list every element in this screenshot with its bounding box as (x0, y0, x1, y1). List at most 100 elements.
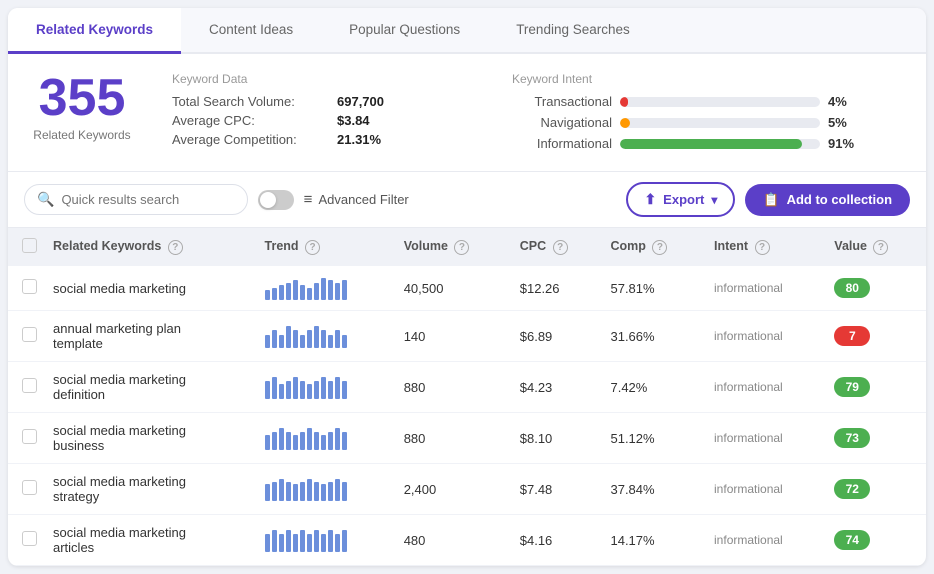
trend-bar-4-9 (328, 482, 333, 501)
th-volume: Volume ? (396, 228, 512, 266)
row-keyword-0: social media marketing (45, 266, 257, 311)
trend-bar-3-4 (293, 435, 298, 450)
row-value-1: 7 (826, 311, 926, 362)
trend-bar-0-0 (265, 290, 270, 300)
row-volume-2: 880 (396, 362, 512, 413)
avg-cpc-value: $3.84 (337, 113, 370, 128)
row-comp-0: 57.81% (602, 266, 706, 311)
keyword-count-label: Related Keywords (32, 128, 132, 142)
trend-bar-0-10 (335, 283, 340, 300)
table-row: annual marketing plantemplate140$6.8931.… (8, 311, 926, 362)
search-box[interactable]: 🔍 (24, 184, 248, 215)
export-icon: ⬆ (644, 191, 656, 208)
row-keyword-4: social media marketingstrategy (45, 464, 257, 515)
table-row: social media marketingdefinition880$4.23… (8, 362, 926, 413)
help-icon-cpc[interactable]: ? (553, 240, 568, 255)
search-icon: 🔍 (37, 191, 54, 208)
row-checkbox-1[interactable] (22, 327, 37, 342)
trend-bar-1-6 (307, 330, 312, 348)
trend-bar-0-6 (307, 288, 312, 300)
trend-bar-2-9 (328, 381, 333, 399)
trend-bar-5-7 (314, 530, 319, 552)
trend-bar-2-4 (293, 377, 298, 399)
intent-label-2: Informational (512, 136, 612, 151)
row-checkbox-cell-4 (8, 464, 45, 515)
row-checkbox-0[interactable] (22, 279, 37, 294)
row-keyword-1: annual marketing plantemplate (45, 311, 257, 362)
row-trend-5 (257, 515, 396, 566)
trend-bar-5-9 (328, 530, 333, 552)
keyword-data-panel: Keyword Data Total Search Volume: 697,70… (172, 72, 472, 151)
export-button[interactable]: ⬆ Export ▾ (626, 182, 735, 217)
trend-bar-4-3 (286, 482, 291, 501)
trend-bar-0-1 (272, 288, 277, 300)
trend-bar-3-1 (272, 432, 277, 450)
help-icon-value[interactable]: ? (873, 240, 888, 255)
trend-bar-5-1 (272, 530, 277, 552)
trend-bar-0-4 (293, 280, 298, 300)
row-cpc-0: $12.26 (512, 266, 603, 311)
help-icon-volume[interactable]: ? (454, 240, 469, 255)
intent-bar-bg-0 (620, 97, 820, 107)
row-keyword-2: social media marketingdefinition (45, 362, 257, 413)
row-checkbox-4[interactable] (22, 480, 37, 495)
row-checkbox-cell-5 (8, 515, 45, 566)
trend-bar-3-6 (307, 428, 312, 450)
help-icon-intent[interactable]: ? (755, 240, 770, 255)
intent-pct-2: 91% (828, 136, 858, 151)
trend-bar-0-3 (286, 283, 291, 300)
trend-bar-1-7 (314, 326, 319, 348)
table-row: social media marketing40,500$12.2657.81%… (8, 266, 926, 311)
trend-bar-1-2 (279, 335, 284, 348)
intent-bar-fill-2 (620, 139, 802, 149)
tabs-bar: Related Keywords Content Ideas Popular Q… (8, 8, 926, 54)
intent-row-navigational: Navigational5% (512, 115, 902, 130)
row-volume-1: 140 (396, 311, 512, 362)
total-search-volume-label: Total Search Volume: (172, 94, 337, 109)
row-checkbox-3[interactable] (22, 429, 37, 444)
trend-bar-2-6 (307, 384, 312, 399)
advanced-filter-label: Advanced Filter (318, 192, 408, 207)
trend-bar-1-0 (265, 335, 270, 348)
row-intent-1: informational (706, 311, 826, 362)
help-icon-comp[interactable]: ? (652, 240, 667, 255)
table-header-row: Related Keywords ? Trend ? Volume ? CPC … (8, 228, 926, 266)
trend-bars-1 (265, 324, 388, 348)
th-checkbox[interactable] (8, 228, 45, 266)
select-all-checkbox[interactable] (22, 238, 37, 253)
row-comp-1: 31.66% (602, 311, 706, 362)
search-input[interactable] (61, 192, 234, 207)
value-badge-5: 74 (834, 530, 870, 550)
help-icon-trend[interactable]: ? (305, 240, 320, 255)
intent-label-0: Transactional (512, 94, 612, 109)
trend-bar-4-1 (272, 482, 277, 501)
add-to-collection-button[interactable]: 📋 Add to collection (745, 184, 910, 216)
filter-icon: ≡ (304, 191, 313, 208)
trend-bar-3-8 (321, 435, 326, 450)
trend-bar-5-2 (279, 534, 284, 552)
toggle-switch[interactable] (258, 190, 294, 210)
tab-popular-questions[interactable]: Popular Questions (321, 8, 488, 54)
trend-bar-5-4 (293, 534, 298, 552)
table-row: social media marketingstrategy2,400$7.48… (8, 464, 926, 515)
row-intent-2: informational (706, 362, 826, 413)
row-value-4: 72 (826, 464, 926, 515)
help-icon-keywords[interactable]: ? (168, 240, 183, 255)
trend-bar-0-2 (279, 285, 284, 300)
keyword-count-number: 355 (32, 72, 132, 124)
tab-content-ideas[interactable]: Content Ideas (181, 8, 321, 54)
trend-bar-1-10 (335, 330, 340, 348)
th-related-keywords: Related Keywords ? (45, 228, 257, 266)
row-checkbox-5[interactable] (22, 531, 37, 546)
tab-related-keywords[interactable]: Related Keywords (8, 8, 181, 54)
row-volume-5: 480 (396, 515, 512, 566)
intent-row-informational: Informational 91% (512, 136, 902, 151)
trend-bar-2-11 (342, 381, 347, 399)
th-trend: Trend ? (257, 228, 396, 266)
row-checkbox-2[interactable] (22, 378, 37, 393)
advanced-filter-button[interactable]: ≡ Advanced Filter (304, 191, 409, 208)
tab-trending-searches[interactable]: Trending Searches (488, 8, 658, 54)
trend-bar-3-11 (342, 432, 347, 450)
row-trend-0 (257, 266, 396, 311)
total-search-volume-value: 697,700 (337, 94, 384, 109)
